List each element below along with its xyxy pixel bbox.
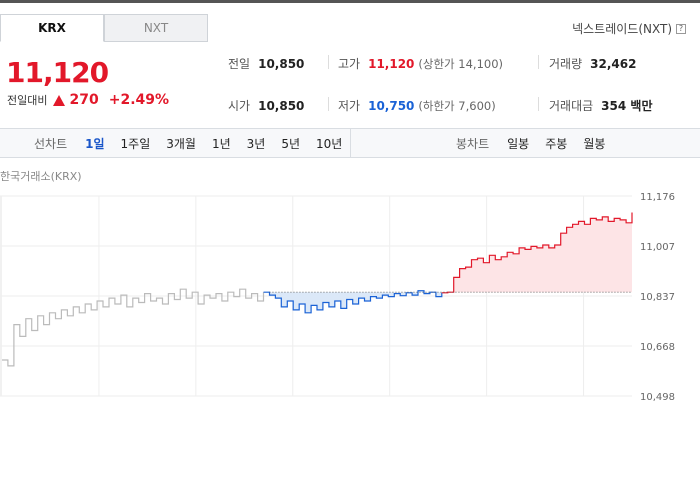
stat-label: 거래량 xyxy=(549,57,583,71)
stat-label: 전일 xyxy=(228,57,251,71)
top-border xyxy=(0,0,700,3)
change-label: 전일대비 xyxy=(7,94,48,107)
stat-label: 저가 xyxy=(338,99,361,113)
nxt-link-label: 넥스트레이드(NXT) xyxy=(572,22,672,36)
candle-chart-tabs: 봉차트 일봉 주봉 월봉 xyxy=(448,129,613,157)
line-chart-head: 선차트 xyxy=(34,136,68,151)
period-1d[interactable]: 1일 xyxy=(77,135,112,152)
stat-label: 고가 xyxy=(338,57,361,71)
y-tick-label: 10,668 xyxy=(640,342,675,353)
divider xyxy=(538,97,539,111)
help-icon[interactable]: ? xyxy=(676,23,686,34)
stat-value: 354 백만 xyxy=(601,99,653,113)
candle-chart-head: 봉차트 xyxy=(456,136,490,151)
upper-limit: (상한가 14,100) xyxy=(418,57,504,71)
divider xyxy=(538,55,539,69)
stat-label: 거래대금 xyxy=(549,99,594,113)
tab-nxt[interactable]: NXT xyxy=(104,14,208,42)
candle-monthly[interactable]: 월봉 xyxy=(575,135,613,152)
bar-divider xyxy=(350,129,351,157)
stat-value: 10,850 xyxy=(258,99,305,113)
period-3m[interactable]: 3개월 xyxy=(158,135,204,152)
period-1y[interactable]: 1년 xyxy=(204,135,239,152)
candle-weekly[interactable]: 주봉 xyxy=(537,135,575,152)
y-tick-label: 11,176 xyxy=(640,192,675,203)
stat-label: 시가 xyxy=(228,99,251,113)
lower-limit: (하한가 7,600) xyxy=(418,99,496,113)
divider xyxy=(328,97,329,111)
y-tick-label: 10,498 xyxy=(640,392,675,401)
series-line xyxy=(2,288,265,367)
stat-value: 11,120 xyxy=(368,57,415,71)
price-change: 전일대비 270 +2.49% xyxy=(7,92,169,108)
tab-krx[interactable]: KRX xyxy=(0,14,104,42)
stat-value: 32,462 xyxy=(590,57,637,71)
line-chart-tabs: 선차트 1일 1주일 3개월 1년 3년 5년 10년 xyxy=(26,129,350,157)
period-1w[interactable]: 1주일 xyxy=(113,135,159,152)
y-tick-label: 11,007 xyxy=(640,242,675,253)
stat-value: 10,850 xyxy=(258,57,305,71)
change-percent: +2.49% xyxy=(108,92,170,108)
stat-amount: 거래대금 354 백만 xyxy=(549,97,652,114)
nxt-info-link[interactable]: 넥스트레이드(NXT) ? xyxy=(572,20,686,37)
period-5y[interactable]: 5년 xyxy=(273,135,308,152)
divider xyxy=(328,55,329,69)
period-10y[interactable]: 10년 xyxy=(308,135,350,152)
series-area xyxy=(441,212,632,293)
stat-volume: 거래량 32,462 xyxy=(549,55,636,72)
stat-open: 시가 10,850 xyxy=(228,97,304,114)
chart-period-bar: 선차트 1일 1주일 3개월 1년 3년 5년 10년 봉차트 일봉 주봉 월봉 xyxy=(0,128,700,158)
intraday-price-chart: 11,176 11,007 10,837 10,668 10,498 xyxy=(0,192,675,401)
period-3y[interactable]: 3년 xyxy=(239,135,274,152)
stat-prev-close: 전일 10,850 xyxy=(228,55,304,72)
candle-daily[interactable]: 일봉 xyxy=(499,135,537,152)
stat-value: 10,750 xyxy=(368,99,415,113)
change-value: 270 xyxy=(69,92,99,108)
up-triangle-icon xyxy=(53,94,66,106)
stat-high: 고가 11,120 (상한가 14,100) xyxy=(338,55,503,72)
stock-quote-panel: KRX NXT 넥스트레이드(NXT) ? 11,120 전일대비 270 +2… xyxy=(0,0,700,490)
current-price: 11,120 xyxy=(6,56,109,89)
exchange-label: 한국거래소(KRX) xyxy=(0,170,82,183)
stat-low: 저가 10,750 (하한가 7,600) xyxy=(338,97,496,114)
y-tick-label: 10,837 xyxy=(640,292,675,303)
